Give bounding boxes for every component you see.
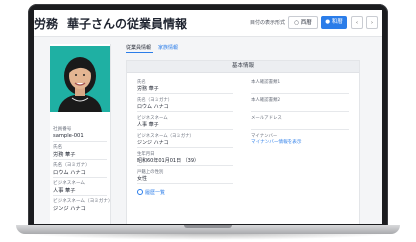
- business-kana-value: ジンジ ハナコ: [53, 206, 86, 212]
- panel-title: 基本情報: [127, 61, 359, 73]
- business-name-value: 人事 華子: [53, 188, 76, 194]
- field-value: 労務 華子: [137, 86, 159, 92]
- chevron-right-icon: ›: [370, 20, 374, 26]
- field-value: 人事 華子: [137, 122, 159, 128]
- show-my-number-link[interactable]: マイナンバー情報を表示: [251, 139, 301, 145]
- name-label: 氏名: [53, 145, 63, 150]
- profile-card: 社員番号 sample-001 氏名 労務 華子 氏名（ヨミガナ） ロウム ハナ…: [50, 44, 113, 224]
- kana-value: ロウム ハナコ: [53, 170, 86, 176]
- kana-label: 氏名（ヨミガナ）: [53, 163, 90, 168]
- divider: [53, 159, 107, 160]
- field-divider: [137, 183, 233, 184]
- japanese-calendar-button[interactable]: ● 和暦: [321, 16, 347, 29]
- field-divider: [137, 165, 233, 166]
- employee-no-label: 社員番号: [53, 127, 72, 132]
- business-name-label: ビジネスネーム: [53, 181, 86, 186]
- field-divider: [137, 111, 233, 112]
- history-label: 履歴一覧: [145, 190, 166, 196]
- date-format-label: 目付の表示形式: [250, 20, 286, 26]
- profile-photo: [50, 46, 110, 112]
- field-value: ジンジ ハナコ: [137, 140, 169, 146]
- field-divider: [137, 147, 233, 148]
- japanese-label: 和暦: [331, 19, 343, 25]
- divider: [53, 177, 107, 178]
- field-value: 昭和60年01月01日 （39）: [137, 158, 200, 164]
- department-label: 労務: [34, 17, 59, 31]
- field-label: 本人確認書類1: [251, 80, 281, 85]
- divider: [53, 141, 107, 142]
- field-divider: [137, 129, 233, 130]
- field-value: 女性: [137, 176, 148, 182]
- field-divider: [251, 93, 349, 94]
- employee-no-value: sample-001: [53, 133, 84, 139]
- name-value: 労務 華子: [53, 152, 76, 158]
- field-divider: [251, 111, 349, 112]
- history-list-link[interactable]: 履歴一覧: [137, 189, 165, 196]
- laptop-notch: [184, 225, 232, 228]
- app-screen: 労務 華子さんの従業員情報 目付の表示形式 ○ 西暦 ● 和暦 ‹ › 社員番号…: [34, 10, 382, 224]
- employee-title: 華子さんの従業員情報: [67, 17, 188, 31]
- header-bar: 労務 華子さんの従業員情報 目付の表示形式 ○ 西暦 ● 和暦 ‹ ›: [34, 10, 382, 37]
- page-title: 労務 華子さんの従業員情報: [34, 15, 187, 32]
- field-divider: [251, 129, 349, 130]
- radio-icon: ○: [294, 20, 300, 26]
- clock-icon: [137, 189, 143, 195]
- western-label: 西暦: [300, 20, 312, 26]
- person-portrait-icon: [50, 46, 110, 112]
- active-tab-indicator: [126, 52, 153, 53]
- field-divider: [137, 93, 233, 94]
- tab-family-info[interactable]: 家族情報: [158, 44, 178, 51]
- tab-employee-info[interactable]: 従業員情報: [126, 44, 151, 51]
- radio-selected-icon: ●: [325, 19, 331, 25]
- chevron-left-icon: ‹: [355, 20, 359, 26]
- divider: [53, 195, 107, 196]
- business-kana-label: ビジネスネーム（ヨミガナ）: [53, 199, 113, 204]
- next-employee-button[interactable]: ›: [366, 16, 378, 29]
- western-calendar-button[interactable]: ○ 西暦: [288, 16, 318, 29]
- field-value: ロウム ハナコ: [137, 104, 169, 110]
- field-label: 本人確認書類2: [251, 98, 281, 103]
- field-label: メールアドレス: [251, 116, 282, 121]
- prev-employee-button[interactable]: ‹: [351, 16, 363, 29]
- basic-info-panel: 基本情報 氏名 労務 華子 氏名（ヨミガナ） ロウム ハナコ ビジネスネーム 人…: [126, 60, 360, 224]
